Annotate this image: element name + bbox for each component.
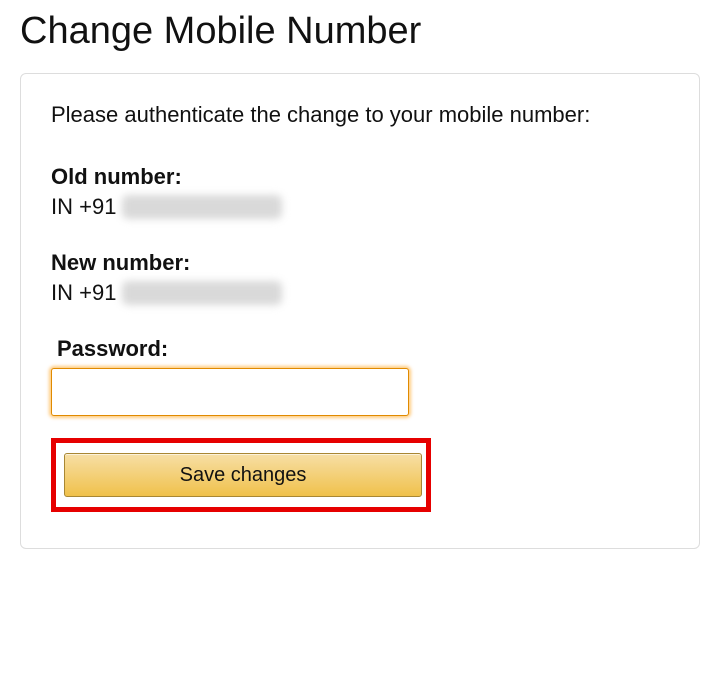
new-number-value: IN +91 [51, 280, 669, 306]
page-title: Change Mobile Number [20, 0, 700, 73]
old-number-label: Old number: [51, 164, 669, 190]
password-input[interactable] [51, 368, 409, 416]
new-number-prefix: IN +91 [51, 280, 116, 306]
password-label: Password: [57, 336, 669, 362]
old-number-block: Old number: IN +91 [51, 164, 669, 220]
auth-card: Please authenticate the change to your m… [20, 73, 700, 549]
save-changes-button[interactable]: Save changes [64, 453, 422, 497]
save-button-highlight: Save changes [51, 438, 431, 512]
instructions-text: Please authenticate the change to your m… [51, 102, 669, 128]
new-number-block: New number: IN +91 [51, 250, 669, 306]
old-number-prefix: IN +91 [51, 194, 116, 220]
old-number-redacted [122, 195, 282, 219]
old-number-value: IN +91 [51, 194, 669, 220]
new-number-label: New number: [51, 250, 669, 276]
new-number-redacted [122, 281, 282, 305]
